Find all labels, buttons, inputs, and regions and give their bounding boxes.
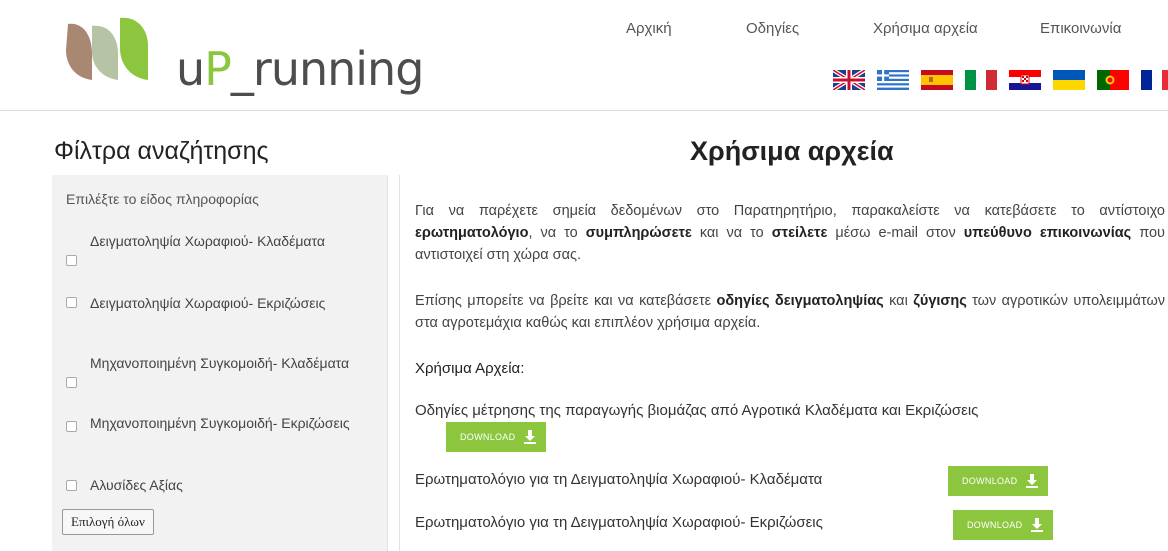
- download-button-label: DOWNLOAD: [460, 432, 516, 442]
- uk-flag-icon[interactable]: [833, 70, 865, 90]
- ukraine-flag-icon[interactable]: [1053, 70, 1085, 90]
- download-button-label: DOWNLOAD: [962, 476, 1018, 486]
- filter-option-label: Δειγματοληψία Χωραφιού- Εκριζώσεις: [90, 295, 326, 311]
- download-button-label: DOWNLOAD: [967, 520, 1023, 530]
- file-name: Οδηγίες μέτρησης της παραγωγής βιομάζας …: [415, 402, 979, 419]
- logo-wordmark: uP_running: [176, 42, 424, 96]
- filters-title: Φίλτρα αναζήτησης: [54, 137, 269, 165]
- site-header: uP_running Αρχική Οδηγίες Χρήσιμα αρχεία…: [0, 0, 1168, 111]
- checkbox[interactable]: [66, 297, 77, 308]
- checkbox[interactable]: [66, 421, 77, 432]
- france-flag-icon[interactable]: [1141, 70, 1168, 90]
- nav-instructions[interactable]: Οδηγίες: [746, 20, 799, 37]
- files-subheading: Χρήσιμα Αρχεία:: [415, 360, 525, 377]
- nav-contact[interactable]: Επικοινωνία: [1040, 20, 1121, 37]
- download-icon: [1031, 518, 1044, 532]
- portugal-flag-icon[interactable]: [1097, 70, 1129, 90]
- filter-option-label: Αλυσίδες Αξίας: [90, 477, 183, 493]
- page-title: Χρήσιμα αρχεία: [690, 136, 894, 166]
- download-icon: [524, 430, 537, 444]
- intro-paragraph: Για να παρέχετε σημεία δεδομένων στο Παρ…: [415, 203, 1165, 263]
- spain-flag-icon[interactable]: [921, 70, 953, 90]
- column-divider: [399, 175, 400, 551]
- download-button[interactable]: DOWNLOAD: [446, 422, 547, 452]
- checkbox[interactable]: [66, 480, 77, 491]
- download-icon: [1026, 474, 1039, 488]
- select-all-button[interactable]: Επιλογή όλων: [62, 509, 154, 535]
- nav-useful-files[interactable]: Χρήσιμα αρχεία: [873, 20, 978, 37]
- greece-flag-icon[interactable]: [877, 70, 909, 90]
- filter-option-label: Μηχανοποιημένη Συγκομοιδή- Κλαδέματα: [90, 355, 350, 371]
- filter-hint: Επιλέξτε το είδος πληροφορίας: [66, 191, 259, 207]
- checkbox[interactable]: [66, 255, 77, 266]
- croatia-flag-icon[interactable]: [1009, 70, 1041, 90]
- download-button[interactable]: DOWNLOAD: [953, 510, 1054, 540]
- filter-option-label: Μηχανοποιημένη Συγκομοιδή- Εκριζώσεις: [90, 415, 350, 431]
- filter-option-label: Δειγματοληψία Χωραφιού- Κλαδέματα: [90, 233, 325, 249]
- italy-flag-icon[interactable]: [965, 70, 997, 90]
- file-name: Ερωτηματολόγιο για τη Δειγματοληψία Χωρα…: [415, 471, 823, 488]
- file-name: Ερωτηματολόγιο για τη Δειγματοληψία Χωρα…: [415, 514, 823, 531]
- info-paragraph: Επίσης μπορείτε να βρείτε και να κατεβάσ…: [415, 293, 1166, 331]
- filters-sidebar: Επιλέξτε το είδος πληροφορίας Δειγματολη…: [52, 175, 388, 551]
- main-nav: Αρχική Οδηγίες Χρήσιμα αρχεία Επικοινωνί…: [0, 20, 1168, 50]
- download-button[interactable]: DOWNLOAD: [948, 466, 1049, 496]
- nav-home[interactable]: Αρχική: [626, 20, 672, 37]
- checkbox[interactable]: [66, 377, 77, 388]
